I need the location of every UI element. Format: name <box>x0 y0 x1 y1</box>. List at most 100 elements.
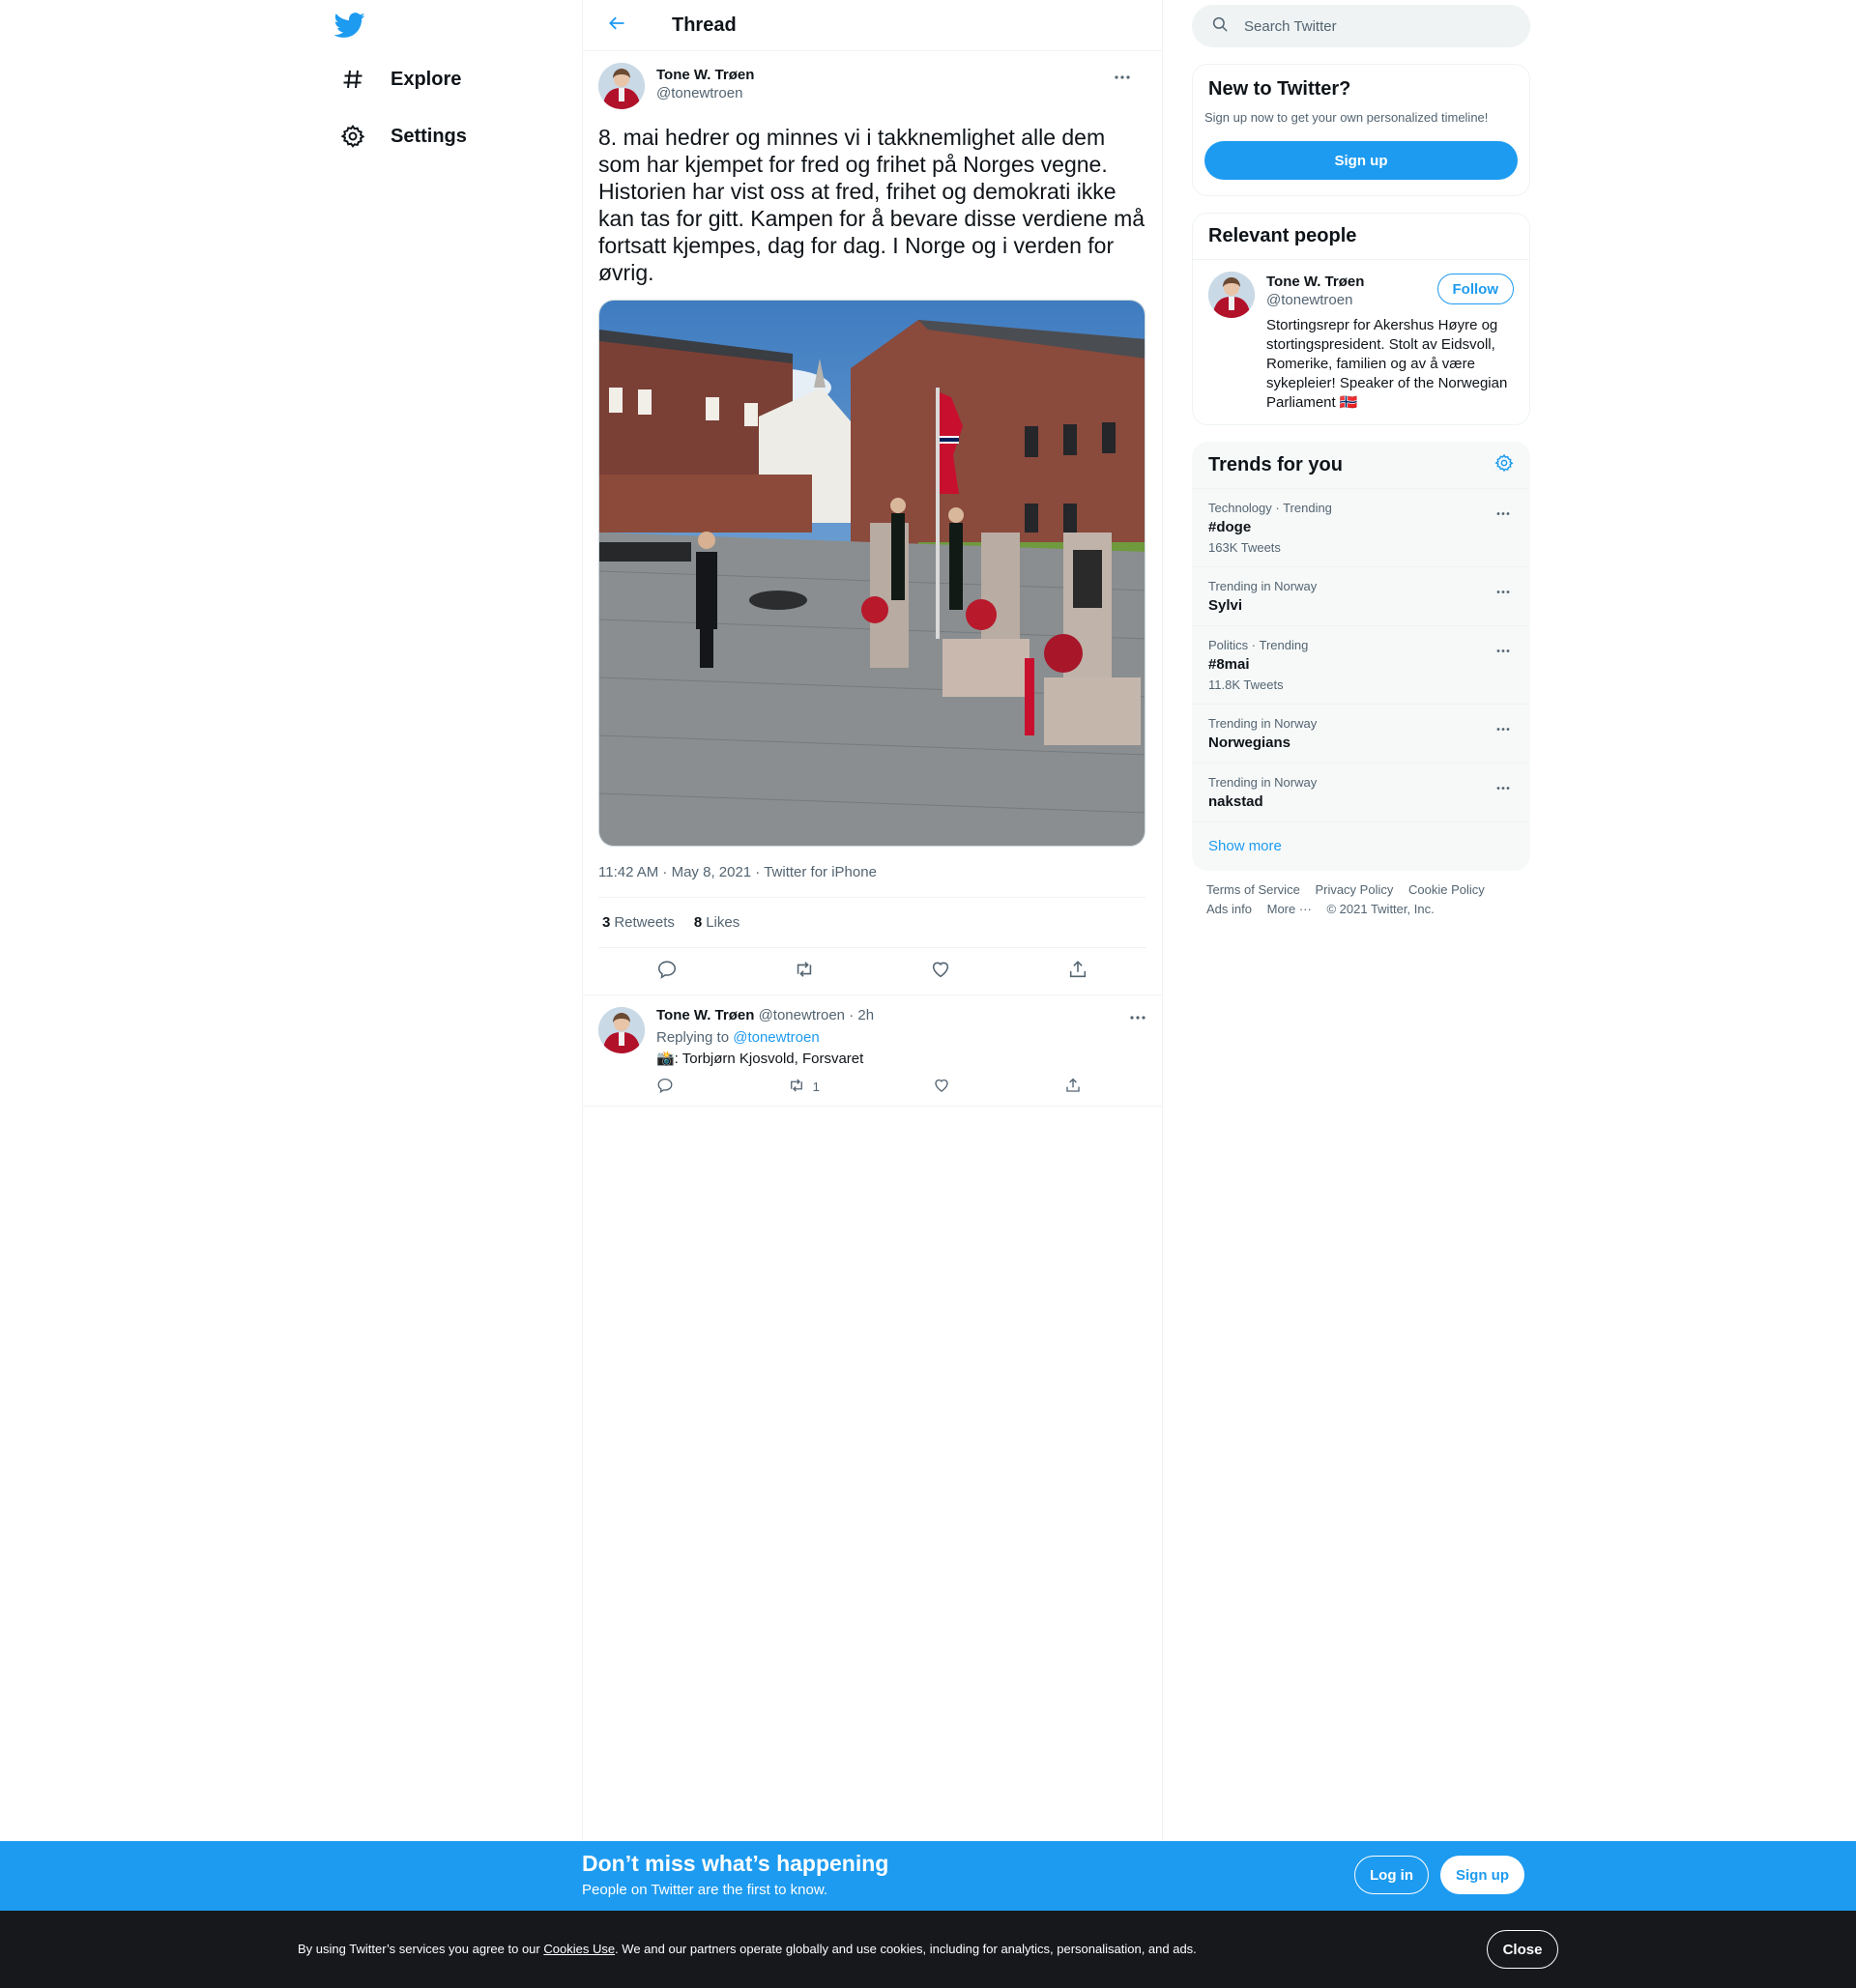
trends-settings-gear-icon[interactable] <box>1494 453 1514 477</box>
banner-title: Don’t miss what’s happening <box>582 1851 889 1876</box>
trend-more-button[interactable] <box>1489 777 1518 796</box>
replying-to-link[interactable]: @tonewtroen <box>733 1029 819 1046</box>
relevant-person-avatar[interactable] <box>1208 272 1255 318</box>
cookie-text-prefix: By using Twitter’s services you agree to… <box>298 1942 540 1956</box>
page: Explore Settings Thread Tone W. Trøen @t… <box>0 0 1856 1988</box>
sidebar-signup-button[interactable]: Sign up <box>1204 141 1518 180</box>
likes-stat[interactable]: 8 Likes <box>694 914 740 931</box>
trends-title: Trends for you <box>1208 454 1343 475</box>
footer-links: Terms of Service Privacy Policy Cookie P… <box>1192 871 1530 929</box>
share-icon <box>1067 959 1088 985</box>
banner-signup-button[interactable]: Sign up <box>1440 1856 1524 1894</box>
reply-more-button[interactable] <box>1123 1007 1152 1026</box>
login-banner: Don’t miss what’s happening People on Tw… <box>0 1841 1856 1911</box>
cookie-close-button[interactable]: Close <box>1487 1930 1558 1969</box>
heart-icon <box>933 1077 950 1097</box>
hashtag-icon <box>338 65 367 94</box>
reply-tweet[interactable]: Tone W. Trøen @tonewtroen · 2h Replying … <box>583 995 1162 1107</box>
like-button[interactable] <box>924 955 957 988</box>
nav-explore[interactable]: Explore <box>338 60 461 99</box>
tweet-more-button[interactable] <box>1108 67 1137 86</box>
more-dots-icon <box>1114 68 1131 85</box>
footer-privacy-link[interactable]: Privacy Policy <box>1315 882 1393 897</box>
reply-text: 📸: Torbjørn Kjosvold, Forsvaret <box>656 1051 864 1067</box>
trend-more-button[interactable] <box>1489 503 1518 522</box>
trend-more-button[interactable] <box>1489 718 1518 737</box>
reply-author-name[interactable]: Tone W. Trøen <box>656 1007 754 1023</box>
footer-terms-link[interactable]: Terms of Service <box>1206 882 1300 897</box>
reply-icon <box>656 959 678 985</box>
banner-subtitle: People on Twitter are the first to know. <box>582 1882 828 1898</box>
relevant-person-bio: Stortingsrepr for Akershus Høyre og stor… <box>1266 317 1508 411</box>
nav-explore-label: Explore <box>391 68 462 90</box>
gear-icon <box>338 122 367 151</box>
trends-panel: Trends for you Technology · Trending #do… <box>1192 442 1530 871</box>
more-dots-icon <box>1495 641 1511 658</box>
author-name[interactable]: Tone W. Trøen <box>656 67 754 83</box>
trend-item[interactable]: Technology · Trending #doge 163K Tweets <box>1193 489 1529 567</box>
footer-more-link[interactable]: More ··· <box>1267 902 1312 916</box>
trend-item[interactable]: Trending in Norway nakstad <box>1193 764 1529 822</box>
trend-context: Technology · Trending <box>1208 501 1332 515</box>
search-input[interactable] <box>1244 17 1495 35</box>
trend-item[interactable]: Trending in Norway Sylvi <box>1193 567 1529 626</box>
right-sidebar: New to Twitter? Sign up now to get your … <box>1192 0 1530 929</box>
author-handle[interactable]: @tonewtroen <box>656 85 754 101</box>
reply-retweet-button[interactable]: 1 <box>788 1077 820 1096</box>
reply-share-button[interactable] <box>1064 1077 1082 1096</box>
thread-column: Thread Tone W. Trøen @tonewtroen 8. mai … <box>582 0 1163 1841</box>
follow-button[interactable]: Follow <box>1436 274 1514 304</box>
avatar[interactable] <box>598 63 645 109</box>
search-icon <box>1211 15 1229 38</box>
trend-context: Trending in Norway <box>1208 579 1318 593</box>
replying-to: Replying to @tonewtroen <box>656 1029 1146 1046</box>
reply-retweet-count: 1 <box>812 1079 820 1094</box>
nav-settings[interactable]: Settings <box>338 117 467 156</box>
arrow-left-icon <box>607 14 626 38</box>
more-dots-icon <box>1129 1008 1146 1025</box>
trend-name: #8mai <box>1208 656 1250 673</box>
trend-more-button[interactable] <box>1489 581 1518 600</box>
heart-icon <box>930 959 951 985</box>
back-button[interactable] <box>602 11 631 40</box>
cookie-bar: By using Twitter’s services you agree to… <box>0 1911 1856 1988</box>
trends-show-more-link[interactable]: Show more <box>1193 822 1529 870</box>
trend-item[interactable]: Politics · Trending #8mai 11.8K Tweets <box>1193 626 1529 705</box>
cookie-text-suffix: . We and our partners operate globally a… <box>615 1942 1197 1956</box>
footer-cookie-link[interactable]: Cookie Policy <box>1408 882 1485 897</box>
trend-more-button[interactable] <box>1489 640 1518 659</box>
reply-button[interactable] <box>651 955 683 988</box>
relevant-people-panel: Relevant people Tone W. Trøen @tonewtroe… <box>1192 213 1530 425</box>
trend-name: #doge <box>1208 519 1252 535</box>
banner-login-button[interactable]: Log in <box>1354 1856 1429 1894</box>
tweet-photo[interactable] <box>598 300 1146 847</box>
reply-author-handle[interactable]: @tonewtroen <box>759 1007 845 1023</box>
retweets-stat[interactable]: 3 Retweets <box>602 914 675 931</box>
reply-reply-button[interactable] <box>656 1077 674 1096</box>
retweet-button[interactable] <box>788 955 821 988</box>
likes-label: Likes <box>706 914 740 931</box>
reply-header: Tone W. Trøen @tonewtroen · 2h <box>656 1007 1146 1023</box>
cookies-use-link[interactable]: Cookies Use <box>543 1942 615 1956</box>
twitter-logo-icon[interactable] <box>334 10 373 43</box>
likes-count: 8 <box>693 914 703 931</box>
footer-ads-link[interactable]: Ads info <box>1206 902 1252 916</box>
tweet-actions <box>598 948 1146 994</box>
relevant-person[interactable]: Tone W. Trøen @tonewtroen Stortingsrepr … <box>1193 260 1529 424</box>
reply-time[interactable]: · 2h <box>849 1007 874 1023</box>
trend-context: Trending in Norway <box>1208 775 1318 790</box>
reply-like-button[interactable] <box>933 1077 950 1096</box>
search-bar[interactable] <box>1192 5 1530 47</box>
relevant-people-title: Relevant people <box>1193 214 1529 260</box>
reply-avatar[interactable] <box>598 1007 645 1053</box>
trend-context: Politics · Trending <box>1208 638 1309 652</box>
trend-item[interactable]: Trending in Norway Norwegians <box>1193 705 1529 764</box>
page-title: Thread <box>672 14 737 36</box>
more-dots-icon <box>1495 582 1511 599</box>
share-button[interactable] <box>1061 955 1094 988</box>
more-dots-icon <box>1495 778 1511 795</box>
cookie-text: By using Twitter’s services you agree to… <box>298 1942 1197 1956</box>
trend-count: 163K Tweets <box>1208 540 1281 555</box>
new-to-twitter-panel: New to Twitter? Sign up now to get your … <box>1192 64 1530 196</box>
replying-to-label: Replying to <box>656 1029 730 1046</box>
